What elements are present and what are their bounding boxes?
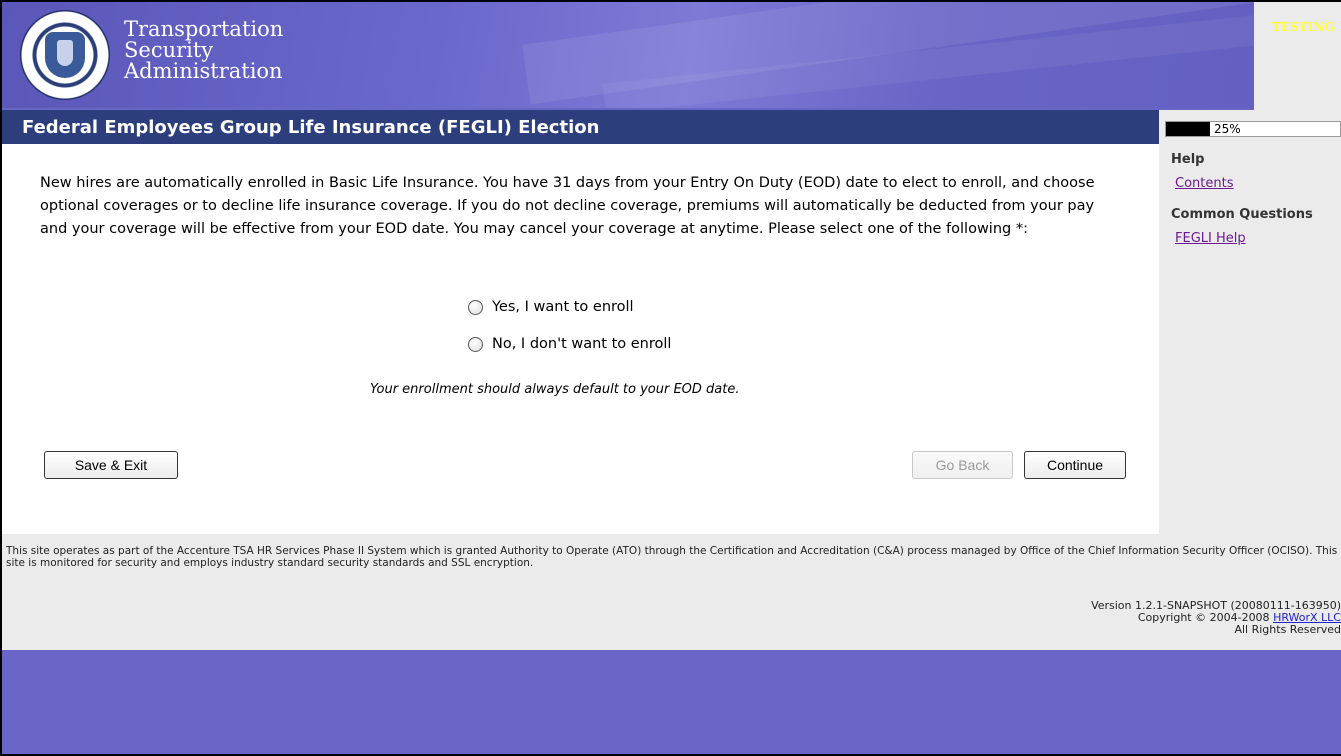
option-no-enroll[interactable]: No, I don't want to enroll [468,336,671,352]
intro-text: New hires are automatically enrolled in … [40,175,1095,237]
progress-bar: 25% [1165,121,1341,137]
environment-panel [1254,2,1341,110]
progress-label: 25% [1214,122,1241,136]
contents-link[interactable]: Contents [1175,176,1233,191]
agency-line-3: Administration [124,59,283,83]
page-title: Federal Employees Group Life Insurance (… [22,117,600,138]
agency-line-1: Transportation [124,17,284,41]
radio-yes[interactable] [468,299,483,315]
main-content: New hires are automatically enrolled in … [2,144,1159,534]
footer: This site operates as part of the Accent… [2,534,1341,650]
radio-no[interactable] [468,336,483,352]
common-questions-heading: Common Questions [1171,207,1313,222]
save-exit-button[interactable]: Save & Exit [44,451,178,479]
agency-line-2: Security [124,38,214,62]
title-bar: Federal Employees Group Life Insurance (… [2,110,1159,144]
header-banner: Transportation Security Administration [2,2,1254,108]
option-no-label: No, I don't want to enroll [492,336,672,352]
help-sidebar [1159,110,1341,534]
security-notice: This site operates as part of the Accent… [6,545,1338,569]
rights-text: All Rights Reserved [1234,623,1341,636]
testing-label: TESTING [1272,20,1335,34]
dhs-seal-logo [20,10,110,100]
version-info: Version 1.2.1-SNAPSHOT (20080111-163950)… [1091,600,1341,636]
option-yes-label: Yes, I want to enroll [492,299,634,315]
continue-button[interactable]: Continue [1024,451,1126,479]
enrollment-note: Your enrollment should always default to… [370,382,740,397]
help-heading: Help [1171,152,1205,167]
option-yes-enroll[interactable]: Yes, I want to enroll [468,299,634,315]
progress-fill [1166,122,1210,136]
agency-name: Transportation Security Administration [124,19,283,82]
go-back-button[interactable]: Go Back [912,451,1013,479]
fegli-help-link[interactable]: FEGLI Help [1175,231,1246,246]
